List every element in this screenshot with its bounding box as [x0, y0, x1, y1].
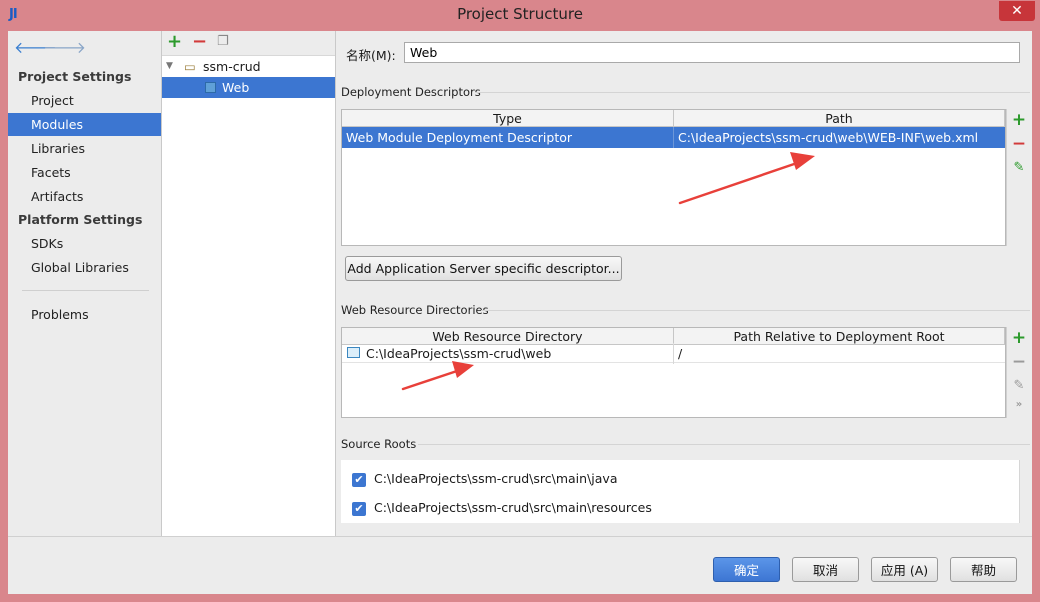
annotation-arrows	[401, 152, 815, 391]
annotation-arrow-1	[678, 152, 815, 205]
annotation-arrow-2	[401, 361, 474, 391]
